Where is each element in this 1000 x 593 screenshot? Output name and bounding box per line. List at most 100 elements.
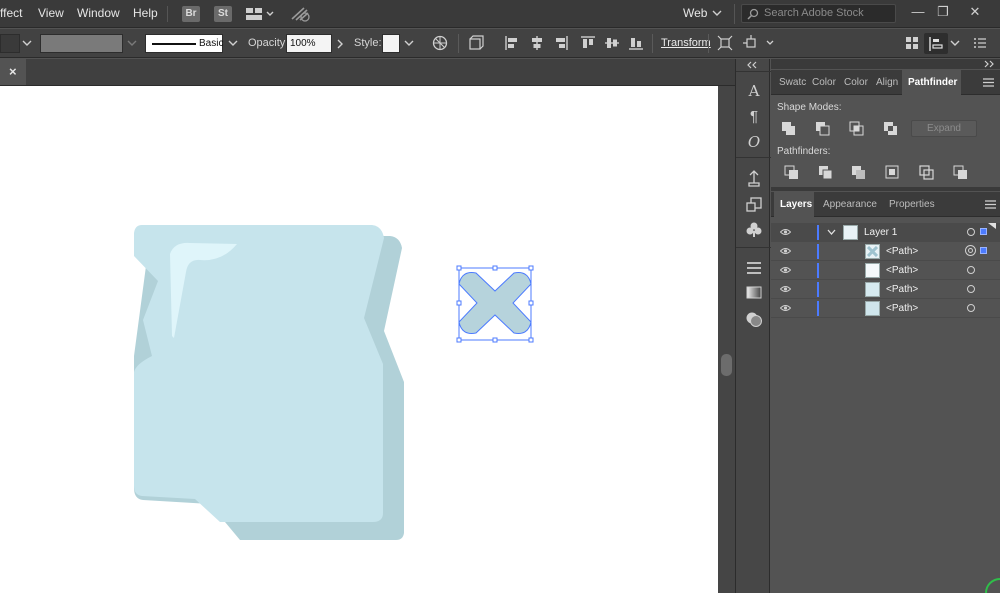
chevron-down-icon[interactable] (228, 40, 238, 48)
stroke-profile-dropdown[interactable]: Basic (145, 34, 223, 53)
tab-properties[interactable]: Properties (883, 192, 941, 217)
fill-swatch[interactable] (0, 34, 20, 53)
chevron-down-icon[interactable] (827, 229, 836, 236)
align-middle-icon[interactable] (604, 35, 620, 51)
align-right-icon[interactable] (553, 35, 569, 51)
target-icon[interactable] (967, 285, 975, 293)
layer-row-path[interactable]: <Path> (771, 299, 1000, 318)
selection-indicator[interactable] (980, 228, 987, 235)
eye-icon[interactable] (780, 285, 791, 293)
menu-window[interactable]: Window (77, 6, 120, 20)
transform-each-icon[interactable] (717, 35, 733, 51)
distribute-toggle[interactable] (924, 33, 948, 54)
exclude-icon[interactable] (883, 121, 899, 136)
chevron-down-icon[interactable] (22, 40, 32, 48)
layer-row-layer1[interactable]: Layer 1 (771, 223, 1000, 242)
double-chevron-icon[interactable] (983, 60, 997, 68)
character-panel-icon[interactable]: A (745, 82, 763, 100)
transparency-panel-icon[interactable] (745, 310, 763, 328)
minus-back-icon[interactable] (953, 165, 969, 180)
stroke-weight-field[interactable] (40, 34, 123, 53)
tab-layers[interactable]: Layers (774, 192, 814, 217)
tab-align[interactable]: Align (872, 70, 903, 95)
artboard[interactable] (0, 86, 718, 593)
unite-icon[interactable] (781, 121, 797, 136)
recolor-artwork-icon[interactable] (432, 35, 448, 51)
opacity-field[interactable]: 100% (286, 34, 332, 53)
minus-front-icon[interactable] (815, 121, 831, 136)
graphic-style-swatch[interactable] (382, 34, 400, 53)
eye-icon[interactable] (780, 304, 791, 312)
artwork[interactable] (0, 86, 718, 593)
align-bottom-icon[interactable] (628, 35, 644, 51)
tab-color-guide[interactable]: Color (840, 70, 872, 95)
layer-name[interactable]: <Path> (886, 246, 918, 257)
menu-help[interactable]: Help (133, 6, 158, 20)
chevron-down-icon[interactable] (712, 10, 722, 18)
search-stock-input[interactable]: Search Adobe Stock (741, 4, 896, 23)
close-tab-icon[interactable]: × (9, 64, 17, 79)
restore-button[interactable]: ❐ (932, 3, 954, 21)
minimize-button[interactable]: — (907, 3, 929, 21)
hamburger-icon[interactable] (985, 200, 996, 209)
artboards-panel-icon[interactable] (745, 196, 763, 214)
double-chevron-icon[interactable] (746, 61, 760, 69)
target-icon[interactable] (967, 228, 975, 236)
eye-icon[interactable] (780, 228, 791, 236)
selection-indicator[interactable] (980, 247, 987, 254)
hamburger-icon[interactable] (983, 78, 994, 87)
layer-name[interactable]: Layer 1 (864, 227, 897, 238)
arrange-grid-icon[interactable] (904, 35, 920, 51)
chevron-down-icon[interactable] (404, 40, 414, 48)
symbols-panel-icon[interactable] (745, 221, 763, 239)
intersect-icon[interactable] (849, 121, 865, 136)
stroke-panel-icon[interactable] (745, 260, 763, 276)
target-icon[interactable] (967, 304, 975, 312)
eye-icon[interactable] (780, 247, 791, 255)
tab-swatches[interactable]: Swatc (775, 70, 808, 95)
layer-name[interactable]: <Path> (886, 265, 918, 276)
align-center-icon[interactable] (529, 35, 545, 51)
panel-menu-icon[interactable] (972, 35, 988, 51)
arrange-documents-icon[interactable] (245, 7, 275, 21)
expand-button[interactable]: Expand (911, 120, 977, 137)
layer-name[interactable]: <Path> (886, 303, 918, 314)
chevron-right-icon[interactable] (337, 39, 345, 49)
document-tab[interactable]: × (0, 59, 26, 85)
workspace-switcher[interactable]: Web (683, 6, 707, 20)
paragraph-panel-icon[interactable]: ¶ (745, 108, 763, 126)
target-icon[interactable] (967, 266, 975, 274)
tab-pathfinder[interactable]: Pathfinder (902, 70, 961, 95)
puppet-pin-icon[interactable] (745, 170, 763, 188)
chevron-down-icon[interactable] (950, 40, 960, 48)
outline-icon[interactable] (919, 165, 935, 180)
gradient-panel-icon[interactable] (745, 285, 763, 301)
chevron-down-icon[interactable] (127, 40, 137, 48)
align-left-icon[interactable] (504, 35, 520, 51)
layer-name[interactable]: <Path> (886, 284, 918, 295)
menu-view[interactable]: View (38, 6, 64, 20)
close-window-button[interactable]: ✕ (964, 3, 986, 21)
opacity-label[interactable]: Opacity: (248, 37, 288, 49)
x-shape[interactable] (456, 265, 534, 343)
trim-icon[interactable] (818, 165, 834, 180)
tab-appearance[interactable]: Appearance (817, 192, 879, 217)
menu-effect[interactable]: ffect (0, 6, 22, 20)
transform-link[interactable]: Transform (661, 37, 711, 49)
tab-color[interactable]: Color (808, 70, 840, 95)
crop-icon[interactable] (885, 165, 901, 180)
stock-button[interactable]: St (214, 6, 232, 22)
gpu-performance-icon[interactable] (290, 5, 312, 23)
puppet-warp-icon[interactable] (743, 35, 775, 51)
merge-icon[interactable] (851, 165, 867, 180)
vertical-scrollbar[interactable] (718, 86, 735, 593)
layer-row-path[interactable]: <Path> (771, 261, 1000, 280)
divide-icon[interactable] (784, 165, 800, 180)
scrollbar-thumb[interactable] (721, 354, 732, 376)
eye-icon[interactable] (780, 266, 791, 274)
bridge-button[interactable]: Br (182, 6, 200, 22)
align-top-icon[interactable] (580, 35, 596, 51)
layer-row-path[interactable]: <Path> (771, 280, 1000, 299)
isolate-group-icon[interactable] (468, 35, 484, 51)
layer-row-path[interactable]: <Path> (771, 242, 1000, 261)
